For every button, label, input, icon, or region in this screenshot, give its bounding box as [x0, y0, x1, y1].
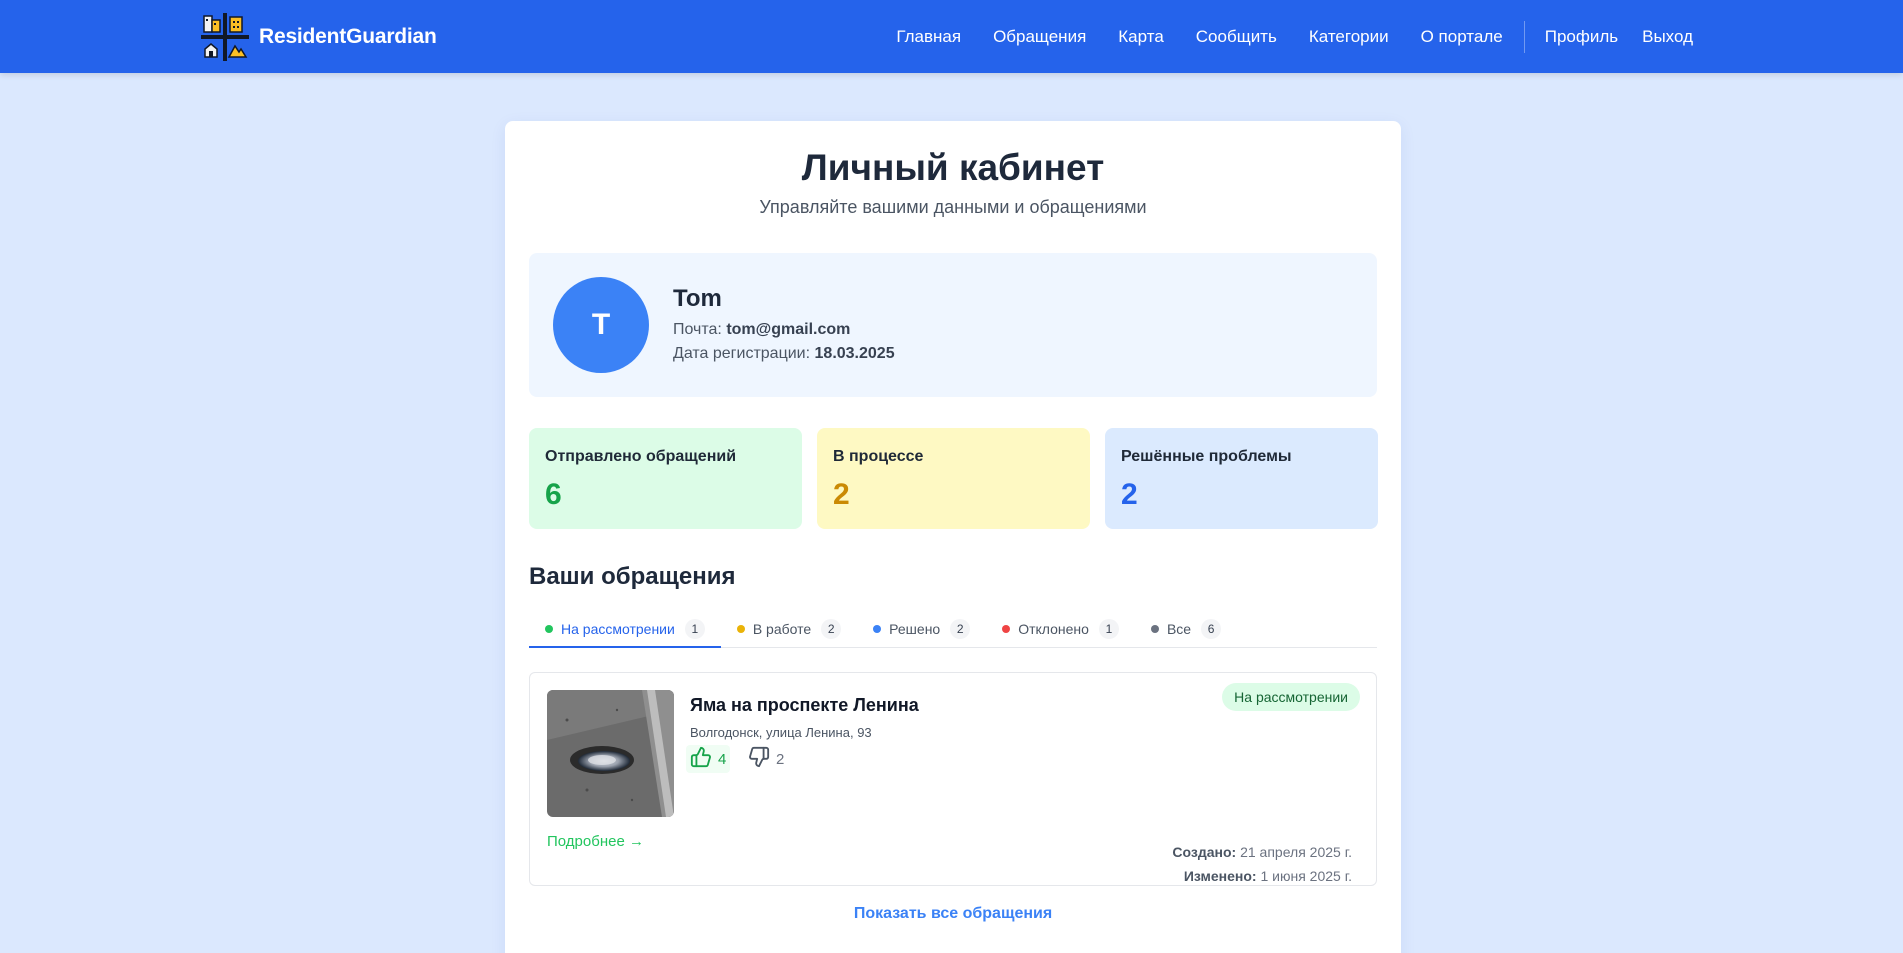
details-link[interactable]: Подробнее → — [547, 833, 644, 850]
tab-count: 1 — [684, 618, 705, 639]
tab-rejected[interactable]: Отклонено 1 — [986, 611, 1135, 647]
nav-home[interactable]: Главная — [896, 27, 961, 47]
city-logo-icon — [201, 13, 249, 61]
nav-logout[interactable]: Выход — [1642, 27, 1693, 47]
nav-requests[interactable]: Обращения — [993, 27, 1086, 47]
tab-count: 6 — [1201, 619, 1222, 639]
pothole-photo[interactable] — [547, 690, 674, 817]
like-button[interactable]: 4 — [686, 745, 731, 773]
user-name: Tom — [673, 285, 722, 312]
brand-logo[interactable]: ResidentGuardian — [201, 13, 437, 61]
nav-map[interactable]: Карта — [1118, 27, 1164, 47]
issue-card: Яма на проспекте Ленина Волгодонск, улиц… — [529, 672, 1377, 886]
tab-count: 1 — [1098, 619, 1119, 639]
thumbs-down-icon — [748, 746, 770, 772]
nav-report[interactable]: Сообщить — [1196, 27, 1277, 47]
tab-in-work[interactable]: В работе 2 — [721, 611, 857, 647]
tab-label: Отклонено — [1018, 621, 1089, 637]
tab-all[interactable]: Все 6 — [1135, 611, 1237, 647]
section-title: Ваши обращения — [529, 563, 736, 590]
user-email: tom@gmail.com — [726, 321, 851, 338]
stat-resolved-label: Решённые проблемы — [1121, 448, 1292, 465]
created-label: Создано: — [1172, 844, 1237, 860]
stat-in-progress: В процессе 2 — [817, 428, 1090, 529]
page-subtitle: Управляйте вашими данными и обращениями — [759, 197, 1147, 217]
user-reg-line: Дата регистрации: 18.03.2025 — [673, 345, 895, 363]
like-count: 4 — [718, 750, 727, 768]
tab-label: В работе — [752, 621, 812, 637]
main-nav: Главная Обращения Карта Сообщить Категор… — [864, 0, 1693, 73]
nav-profile[interactable]: Профиль — [1545, 27, 1618, 47]
status-tabs: На рассмотрении 1 В работе 2 Решено 2 От… — [529, 611, 1377, 648]
tab-label: Все — [1166, 621, 1192, 637]
tab-count: 2 — [821, 619, 842, 639]
created-line: Создано: 21 апреля 2025 г. — [1172, 844, 1352, 860]
updated-label: Изменено: — [1183, 868, 1257, 884]
tab-label: На рассмотрении — [561, 620, 675, 637]
stat-sent-label: Отправлено обращений — [545, 448, 737, 465]
tab-resolved[interactable]: Решено 2 — [857, 611, 986, 647]
issue-title[interactable]: Яма на проспекте Ленина — [690, 695, 919, 716]
brand-name: ResidentGuardian — [259, 25, 437, 48]
dislike-button[interactable]: 2 — [744, 745, 788, 773]
top-navbar: ResidentGuardian Главная Обращения Карта… — [0, 0, 1903, 73]
stat-sent-value: 6 — [545, 478, 562, 511]
status-dot-icon — [545, 624, 553, 633]
page-title: Личный кабинет — [801, 147, 1105, 188]
profile-card: Личный кабинет Управляйте вашими данными… — [505, 121, 1401, 953]
user-info-panel: T Tom Почта: tom@gmail.com Дата регистра… — [529, 253, 1377, 397]
updated-line: Изменено: 1 июня 2025 г. — [1184, 868, 1352, 884]
status-dot-icon — [1150, 625, 1159, 633]
issue-address: Волгодонск, улица Ленина, 93 — [690, 725, 872, 740]
updated-date: 1 июня 2025 г. — [1260, 868, 1352, 884]
nav-divider — [1523, 20, 1525, 53]
status-dot-icon — [1002, 625, 1011, 633]
email-label: Почта: — [673, 321, 722, 338]
status-dot-icon — [736, 625, 745, 633]
dislike-count: 2 — [776, 750, 785, 768]
reg-date-label: Дата регистрации: — [673, 345, 811, 362]
stat-in-progress-value: 2 — [833, 478, 850, 511]
tab-count: 2 — [950, 619, 971, 639]
reg-date: 18.03.2025 — [814, 345, 895, 362]
nav-about[interactable]: О портале — [1421, 27, 1503, 47]
status-badge: На рассмотрении — [1222, 683, 1360, 711]
nav-categories[interactable]: Категории — [1309, 27, 1389, 47]
status-dot-icon — [873, 625, 882, 633]
avatar: T — [553, 277, 649, 373]
tab-label: Решено — [889, 621, 941, 637]
stat-resolved-value: 2 — [1121, 478, 1138, 511]
thumbs-up-icon — [690, 746, 712, 772]
created-date: 21 апреля 2025 г. — [1240, 844, 1352, 860]
show-all-requests-link[interactable]: Показать все обращения — [505, 905, 1401, 923]
stat-in-progress-label: В процессе — [833, 448, 924, 465]
stat-sent: Отправлено обращений 6 — [529, 428, 802, 529]
user-email-line: Почта: tom@gmail.com — [673, 321, 850, 339]
tab-pending[interactable]: На рассмотрении 1 — [529, 611, 721, 648]
stat-resolved: Решённые проблемы 2 — [1105, 428, 1378, 529]
